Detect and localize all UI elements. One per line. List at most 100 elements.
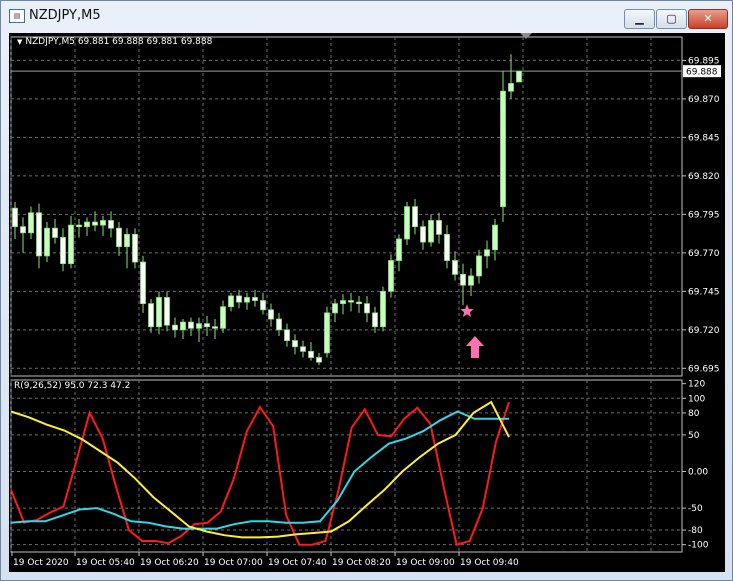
chart-area[interactable]: 69.895 69.870 69.845 69.820 69.795 69.770 69.7… [9, 33, 725, 572]
window-title: NZDJPY,M5 [29, 8, 101, 23]
price-axis-label: 69.795 [688, 210, 720, 220]
candle-body [308, 350, 314, 358]
candle-body [148, 303, 154, 328]
indicator-axis-label: -50 [688, 504, 703, 514]
chart-shift-marker [520, 33, 532, 39]
candle-body [508, 83, 514, 92]
candle-body [196, 323, 202, 329]
time-axis-label: 19 Oct 07:40 [268, 558, 327, 568]
candle-body [452, 260, 458, 275]
candle-body [132, 233, 138, 263]
candle-body [428, 220, 434, 243]
chart-window: ▤ NZDJPY,M5 ▁ ▢ ✕ 69.895 69.870 69.845 69.8… [0, 0, 733, 581]
candle-body [180, 321, 186, 331]
candle-body [468, 275, 474, 286]
candle-body [276, 318, 282, 331]
candle-body [68, 224, 74, 265]
candle-body [188, 321, 194, 329]
candle-body [28, 212, 34, 234]
candle-body [412, 206, 418, 228]
candle-body [292, 340, 298, 348]
indicator-axis-label: 80 [688, 409, 700, 419]
candle-body [404, 206, 410, 240]
candle-body [436, 220, 442, 235]
candle-body [316, 357, 322, 363]
candle-body [460, 273, 466, 286]
candle-body [332, 303, 338, 314]
price-axis-label: 69.770 [688, 249, 720, 259]
candle-body [220, 306, 226, 329]
star-icon [460, 304, 474, 317]
indicator-axis-label: 100 [688, 394, 705, 404]
candle-body [364, 303, 370, 314]
indicator-axis-label: 0.00 [688, 467, 708, 477]
candle-body [108, 220, 114, 229]
price-chart-svg[interactable]: 69.895 69.870 69.845 69.820 69.795 69.770 69.7… [9, 33, 725, 572]
candle-body [156, 297, 162, 328]
price-axis-label: 69.845 [688, 133, 720, 143]
candle-body [116, 227, 122, 248]
current-price-label: 69.888 [686, 68, 718, 78]
candle-body [268, 309, 274, 320]
candle-body [76, 224, 82, 228]
candle-body [500, 90, 506, 208]
candle-body [324, 312, 330, 354]
candle-body [84, 221, 90, 228]
candle-body [444, 233, 450, 261]
maximize-button[interactable]: ▢ [656, 9, 687, 29]
candle-body [164, 297, 170, 326]
indicator-plot-frame [10, 379, 683, 553]
main-plot-frame [10, 36, 683, 377]
candle-body [44, 227, 50, 257]
candle-body [236, 295, 242, 303]
main-chart-header: ▼ NZDJPY,M5 69.881 69.888 69.881 69.888 [17, 37, 212, 47]
candle-body [36, 212, 42, 257]
candle-body [252, 297, 258, 301]
candle-body [476, 255, 482, 277]
price-axis-label: 69.895 [688, 56, 720, 66]
candle-body [484, 249, 490, 257]
indicator-axis-label: 50 [688, 431, 700, 441]
candle-body [348, 300, 354, 303]
indicator-header: R(9,26,52) 95.0 72.3 47.2 [14, 381, 131, 391]
candle-body [380, 290, 386, 328]
candle-body [212, 326, 218, 329]
symbol-ohlc-text: NZDJPY,M5 69.881 69.888 69.881 69.888 [25, 37, 213, 47]
candle-body [92, 221, 98, 226]
candle-body [420, 226, 426, 243]
candle-body [340, 300, 346, 305]
price-axis-label: 69.695 [688, 364, 720, 374]
candle-body [260, 300, 266, 311]
time-axis-label: 19 Oct 07:00 [204, 558, 263, 568]
candle-body [356, 301, 362, 305]
time-axis-label: 19 Oct 2020 [13, 558, 69, 568]
indicator-axis-label: -80 [688, 526, 703, 536]
price-axis-label: 69.820 [688, 172, 720, 182]
time-axis-label: 19 Oct 09:40 [460, 558, 519, 568]
candle-body [492, 224, 498, 251]
candle-body [388, 260, 394, 292]
time-axis-label: 19 Oct 08:20 [332, 558, 391, 568]
indicator-axis-label: -100 [688, 541, 709, 551]
candle-body [12, 207, 18, 228]
candle-body [124, 233, 130, 248]
candle-body [372, 312, 378, 328]
title-bar[interactable]: ▤ NZDJPY,M5 ▁ ▢ ✕ [1, 1, 732, 31]
candle-body [204, 323, 210, 328]
candle-body [60, 237, 66, 265]
candle-body [284, 329, 290, 341]
minimize-button[interactable]: ▁ [624, 9, 655, 29]
indicator-series-line [10, 400, 510, 539]
candle-body [228, 295, 234, 308]
time-axis-label: 19 Oct 05:40 [76, 558, 135, 568]
collapse-triangle-icon[interactable]: ▼ [17, 38, 22, 46]
close-button[interactable]: ✕ [688, 9, 728, 29]
candle-body [396, 238, 402, 261]
price-axis-label: 69.870 [688, 95, 720, 105]
candle-body [516, 70, 522, 83]
candle-body [52, 227, 58, 238]
chart-window-icon: ▤ [9, 9, 25, 23]
candle-body [20, 226, 26, 234]
up-arrow-icon [466, 335, 484, 358]
indicator-axis-label: 120 [688, 380, 705, 390]
